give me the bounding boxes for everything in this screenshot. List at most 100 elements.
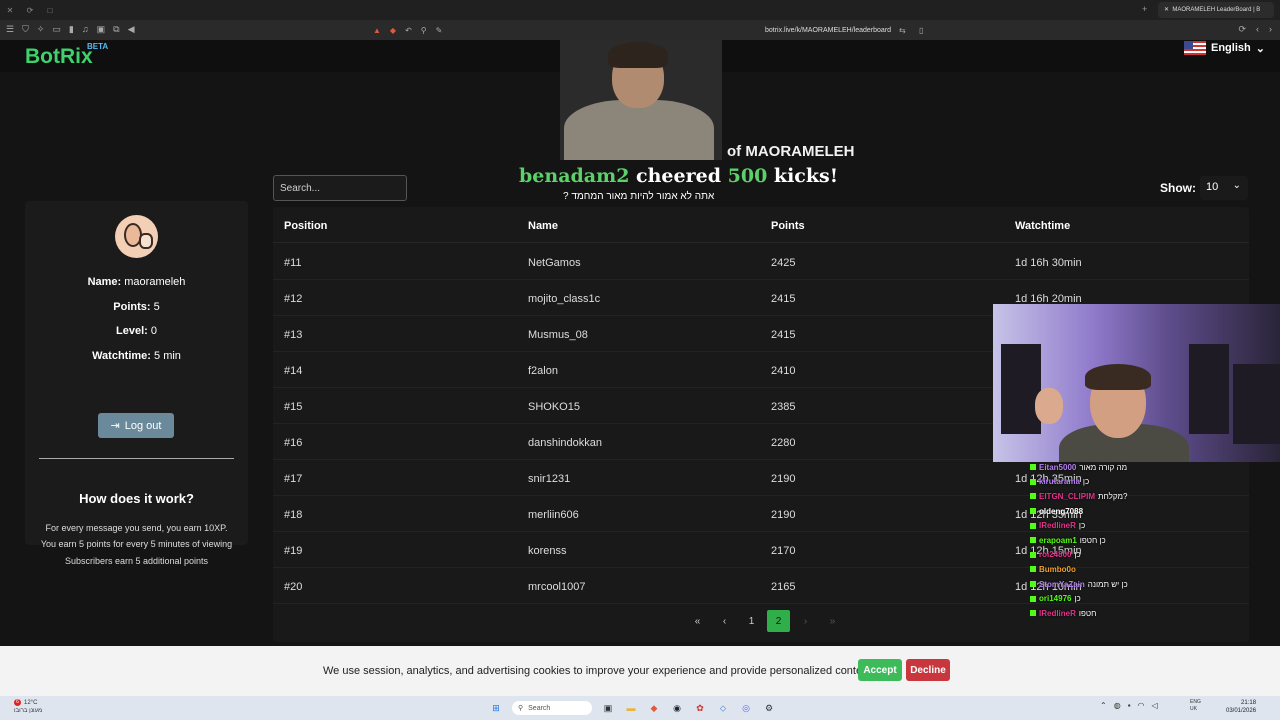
refresh-icon[interactable]: ⟳ [1238, 24, 1246, 35]
tabs-icon[interactable]: ▣ [97, 24, 106, 35]
system-tray: ⌃ ◍ ▪ ◠ ◁ [1100, 701, 1158, 710]
chat-user: Bumbo0o [1039, 564, 1076, 574]
prev-page-button[interactable]: ‹ [713, 610, 736, 632]
language-selector[interactable]: English ⌄ [1184, 41, 1265, 55]
brave-shield-icon[interactable]: ▲ [373, 26, 381, 35]
taskbar-search[interactable]: ⚲ Search [512, 701, 592, 715]
settings-icon[interactable]: ⚙ [762, 701, 776, 715]
share-icon[interactable]: ⇆ [899, 26, 906, 35]
reload-window-icon[interactable]: ⟳ [20, 6, 40, 15]
clock[interactable]: 21:18 03/01/2026 [1226, 699, 1256, 715]
search-icon[interactable]: ⚲ [421, 26, 427, 35]
audio-icon[interactable]: ◀ [128, 24, 135, 35]
header-points[interactable]: Points [771, 220, 805, 232]
sidebar-icon[interactable]: ▮ [69, 24, 74, 35]
chat-user: ori14976 [1039, 594, 1072, 604]
cheer-message: ? אתה לא אמור להיות מאור המחמד [563, 191, 715, 202]
chat-user: erapoam1 [1039, 535, 1077, 545]
cell-position: #20 [284, 581, 303, 593]
brave-icon[interactable]: ◆ [647, 701, 661, 715]
header-name[interactable]: Name [528, 220, 558, 232]
music-icon[interactable]: ♫ [82, 24, 89, 35]
shield-icon[interactable]: ⛉ [22, 24, 29, 35]
volume-icon[interactable]: ◁ [1152, 701, 1158, 710]
cheer-user: benadam2 [519, 165, 630, 187]
chat-message: lRedlineR כן [1030, 518, 1190, 533]
cheer-word: cheered [636, 165, 721, 187]
chat-message: lRedlineR חטפו [1030, 606, 1190, 621]
region-code: UK [1190, 706, 1197, 712]
nav-forward-icon[interactable]: › [1269, 24, 1272, 35]
show-count-select[interactable]: 10 ⌄ [1200, 176, 1248, 200]
page-2-button[interactable]: 2 [767, 610, 790, 632]
next-page-button[interactable]: › [794, 610, 817, 632]
acoustic-panel [1189, 344, 1229, 434]
search-input[interactable] [273, 175, 407, 201]
page-1-button[interactable]: 1 [740, 610, 763, 632]
weather-desc: מעונן ברובו [14, 708, 43, 714]
chat-message: Eitan5000 מה קורה מאור [1030, 460, 1190, 475]
cell-name: snir1231 [528, 473, 571, 485]
menu-icon[interactable]: ☰ [6, 24, 14, 35]
cell-points: 2165 [771, 581, 796, 593]
botrix-logo[interactable]: BotRix BETA [25, 42, 108, 69]
profile-watchtime-row: Watchtime: 5 min [25, 350, 248, 362]
last-page-button[interactable]: » [821, 610, 844, 632]
start-icon[interactable]: ⊞ [489, 701, 503, 715]
chat-user: StomYaZain [1039, 579, 1085, 589]
browser-tab[interactable]: ✕ MAORAMELEH LeaderBoard | B [1158, 2, 1274, 18]
accept-cookies-button[interactable]: Accept [858, 659, 902, 681]
webcam-hair [1085, 364, 1151, 390]
rewards-icon[interactable]: ◆ [390, 26, 396, 35]
decline-cookies-button[interactable]: Decline [906, 659, 950, 681]
notification-badge: 6 [14, 699, 21, 706]
bookmark-icon[interactable]: ▯ [919, 26, 923, 35]
chat-text: כן [1082, 477, 1090, 487]
name-value: maorameleh [124, 276, 186, 288]
tray-icon[interactable]: ⌃ [1100, 701, 1107, 710]
show-count-value: 10 [1206, 181, 1219, 193]
acoustic-panel [1233, 364, 1280, 444]
cell-name: NetGamos [528, 257, 581, 269]
chat-message: erapoam1 כן חטפו [1030, 533, 1190, 548]
header-watchtime[interactable]: Watchtime [1015, 220, 1070, 232]
first-page-button[interactable]: « [686, 610, 709, 632]
window-icon[interactable]: □ [40, 6, 60, 15]
discord-icon[interactable]: ◎ [739, 701, 753, 715]
avatar [115, 215, 158, 258]
chat-message: ori14976 כן [1030, 591, 1190, 606]
copy-icon[interactable]: ⧉ [113, 24, 119, 35]
logout-label: Log out [124, 419, 162, 432]
leo-icon[interactable]: ✎ [436, 26, 443, 35]
new-tab-button[interactable]: + [1142, 4, 1147, 14]
extension-icon[interactable]: ✧ [37, 24, 45, 35]
kick-badge-icon [1030, 508, 1036, 515]
cheer-unit: kicks! [773, 165, 839, 187]
logout-button[interactable]: ⇥ Log out [98, 413, 174, 438]
weather-widget[interactable]: 6 12°C מעונן ברובו [14, 699, 42, 715]
header-position[interactable]: Position [284, 220, 327, 232]
language-label: English [1211, 42, 1251, 54]
language-indicator[interactable]: ENG UK [1190, 699, 1201, 713]
cell-position: #12 [284, 293, 303, 305]
close-window-icon[interactable]: ✕ [0, 6, 20, 15]
wallet-icon[interactable]: ▭ [52, 24, 61, 35]
wifi-icon[interactable]: ◠ [1138, 701, 1145, 710]
page-title: of MAORAMELEH [727, 143, 855, 160]
tray-icon[interactable]: ▪ [1128, 701, 1131, 710]
chat-message: Bumbo0o [1030, 562, 1190, 577]
webcam-hair [608, 42, 668, 68]
kick-badge-icon [1030, 522, 1036, 529]
task-view-icon[interactable]: ▣ [601, 701, 615, 715]
tray-icon[interactable]: ◍ [1114, 701, 1121, 710]
app-icon[interactable]: ✿ [693, 701, 707, 715]
cell-name: merliin606 [528, 509, 579, 521]
url-field[interactable]: ▲ ◆ ↶ ⚲ ✎ botrix.live/k/MAORAMELEH/leade… [373, 23, 928, 37]
nav-back-icon[interactable]: ‹ [1256, 24, 1259, 35]
app-icon[interactable]: ⬦ [716, 701, 730, 715]
back-icon[interactable]: ↶ [405, 26, 412, 35]
cookie-banner: We use session, analytics, and advertisi… [0, 646, 1280, 696]
chevron-down-icon: ⌄ [1232, 180, 1241, 191]
file-explorer-icon[interactable]: ▬ [624, 701, 638, 715]
steam-icon[interactable]: ◉ [670, 701, 684, 715]
